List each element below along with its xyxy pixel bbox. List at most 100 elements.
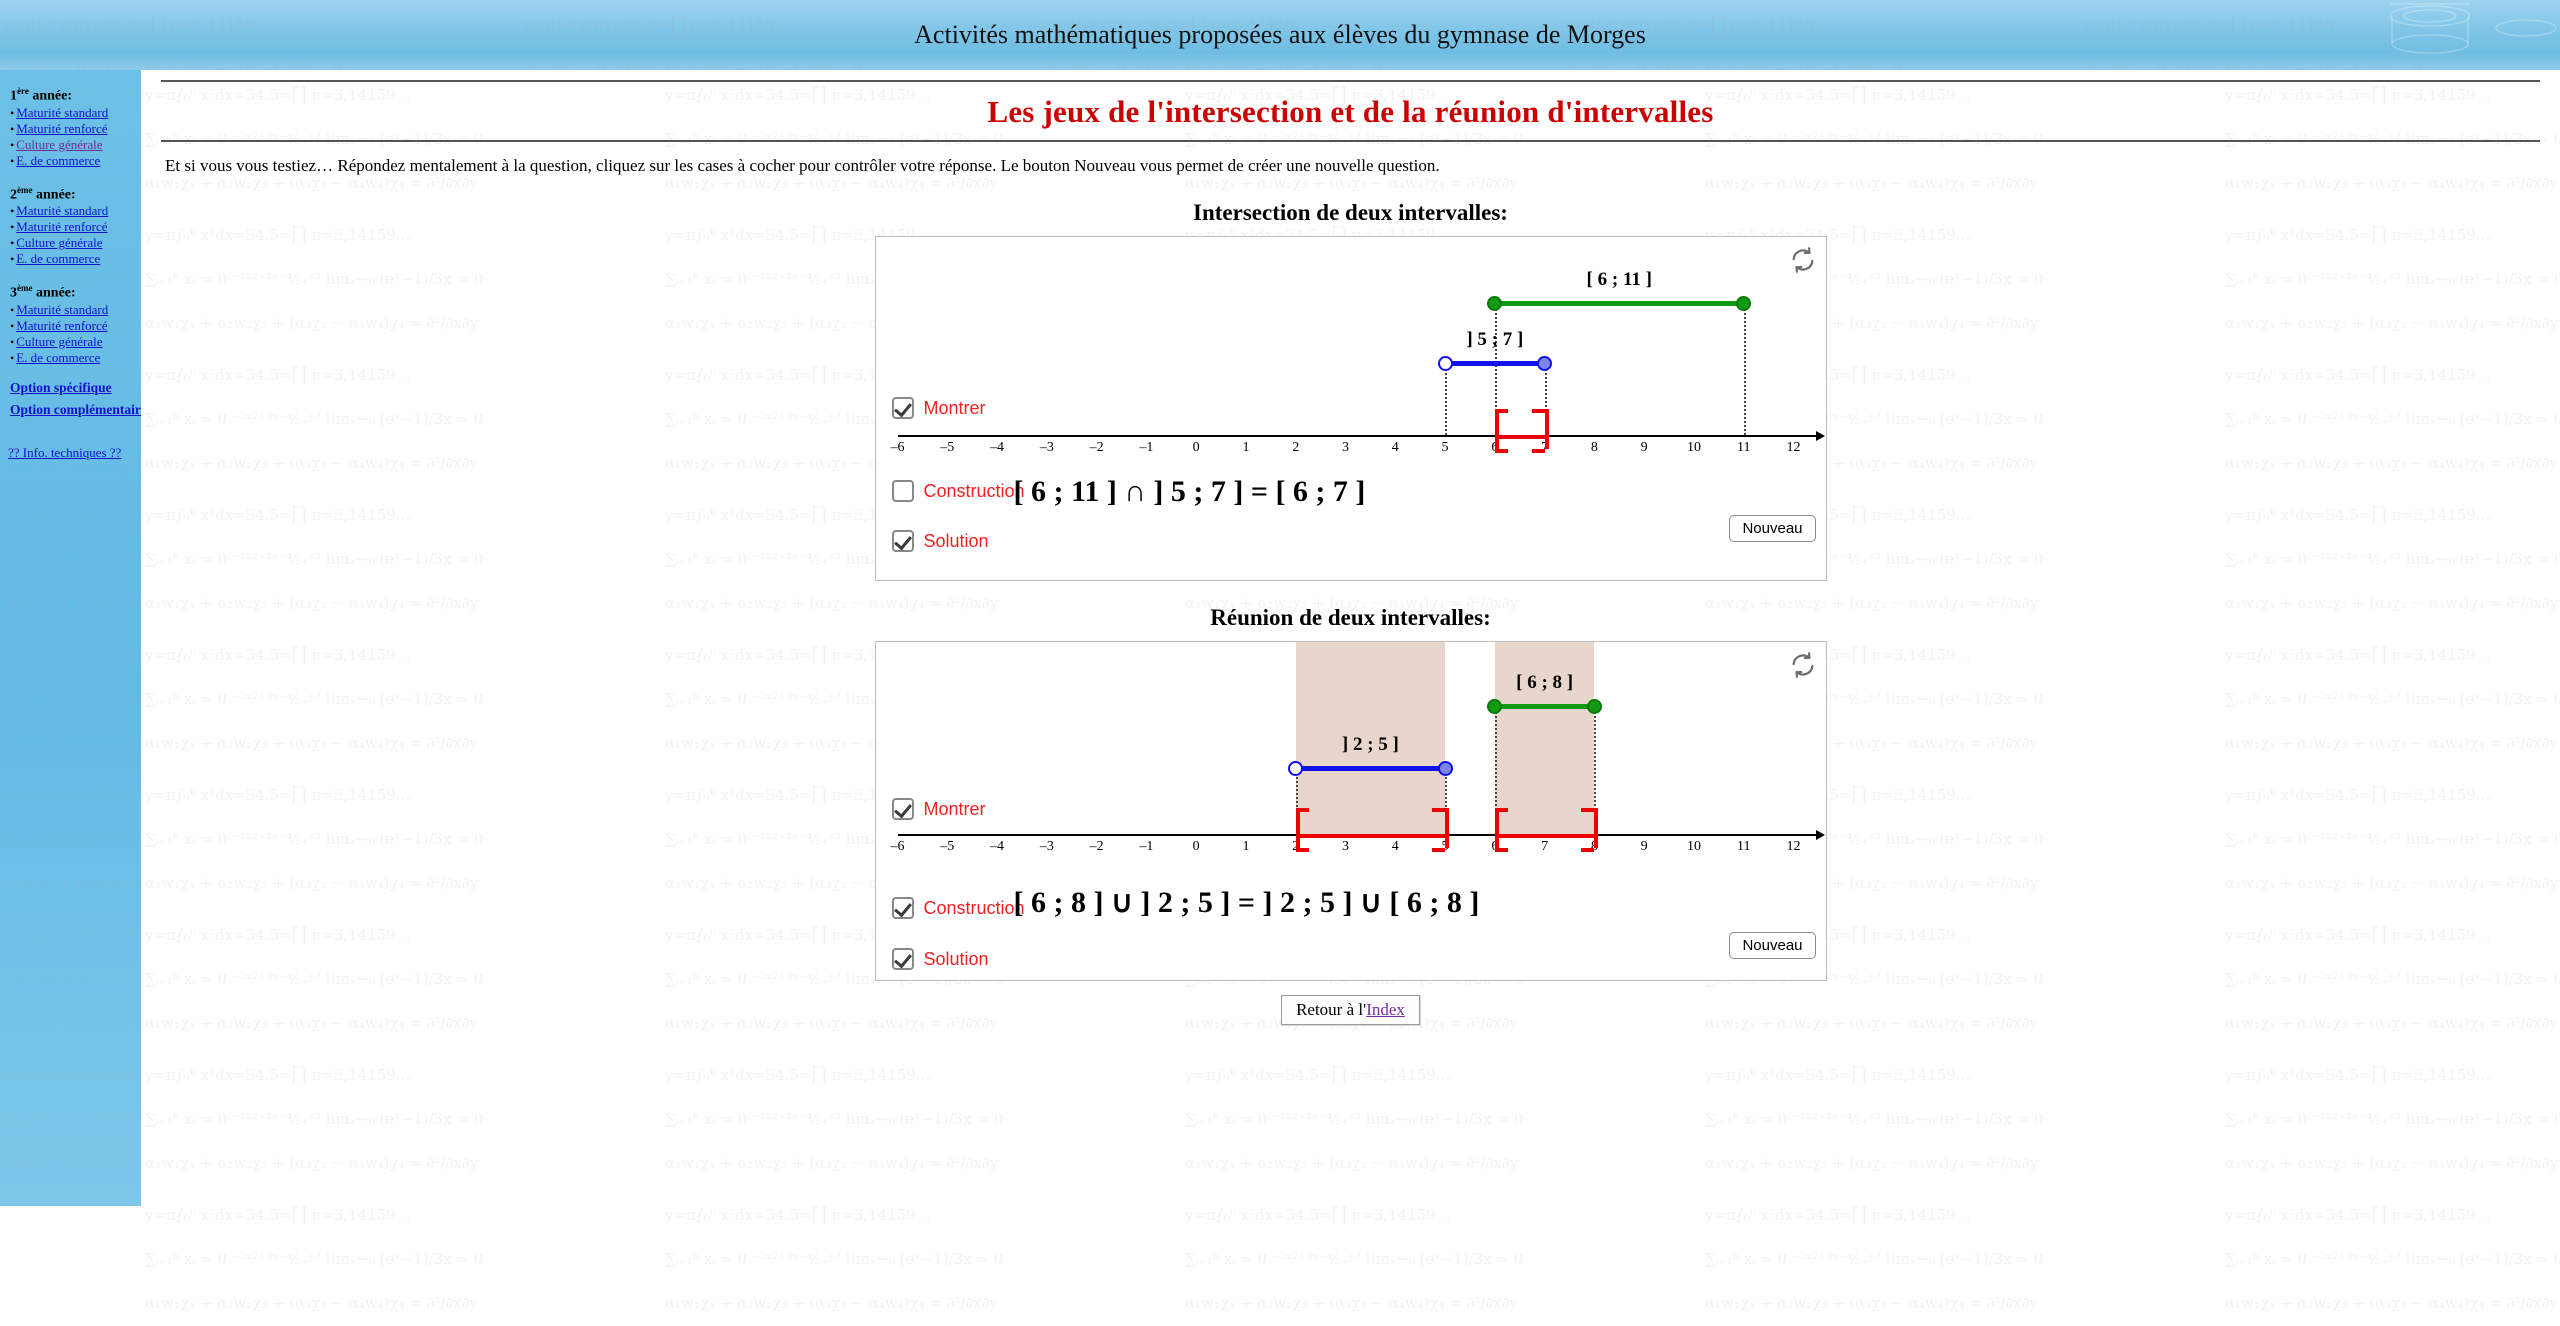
guide-line (1445, 361, 1447, 435)
checkbox-label: Solution (924, 949, 989, 970)
axis-tick-label: 3 (1331, 839, 1361, 855)
interval-applet-panel: –6–5–4–3–2–10123456789101112[ 6 ; 8 ]] 2… (875, 641, 1827, 981)
bullet-icon: • (10, 351, 14, 365)
sidebar-group-number: 2 (10, 187, 17, 202)
checkbox-row-montrer[interactable]: Montrer (892, 397, 986, 419)
sidebar-link[interactable]: Culture générale (16, 235, 102, 250)
axis-tick-label: 4 (1380, 440, 1410, 456)
sidebar-group-heading: 1ère année: (10, 84, 141, 104)
bullet-icon: • (10, 335, 14, 349)
checkbox-row-construction[interactable]: Construction (892, 480, 1025, 502)
bullet-icon: • (10, 204, 14, 218)
axis-tick-label: 10 (1679, 839, 1709, 855)
axis-tick-label: 1 (1231, 440, 1261, 456)
sidebar-link[interactable]: Maturité renforcé (16, 318, 107, 333)
checkbox-construction[interactable] (892, 480, 914, 502)
solution-bar (1495, 435, 1545, 439)
refresh-icon[interactable] (1788, 650, 1818, 680)
axis-tick-label: –5 (932, 440, 962, 456)
bullet-icon: • (10, 319, 14, 333)
axis-tick-label: 12 (1779, 440, 1809, 456)
sidebar-link[interactable]: Culture générale (16, 334, 102, 349)
checkbox-solution[interactable] (892, 948, 914, 970)
checkbox-construction[interactable] (892, 897, 914, 919)
sidebar-item-maturit-standard[interactable]: •Maturité standard (10, 203, 141, 219)
section-heading: Réunion de deux intervalles: (141, 605, 2560, 631)
sidebar-link[interactable]: Maturité standard (16, 105, 108, 120)
top-divider (161, 80, 2540, 82)
solution-bracket-cap (1532, 449, 1545, 453)
checkbox-row-montrer[interactable]: Montrer (892, 798, 986, 820)
sidebar-link-option-specifique[interactable]: Option spécifique (10, 380, 112, 395)
sidebar-item-option-specifique[interactable]: Option spécifique (10, 380, 141, 396)
sidebar-item-maturit-renforc[interactable]: •Maturité renforcé (10, 219, 141, 235)
sidebar-item-culture-g-n-rale[interactable]: •Culture générale (10, 137, 141, 153)
axis-tick-label: –3 (1032, 440, 1062, 456)
sidebar-item-e-de-commerce[interactable]: •E. de commerce (10, 350, 141, 366)
sidebar-link[interactable]: Maturité standard (16, 302, 108, 317)
sidebar-item-e-de-commerce[interactable]: •E. de commerce (10, 153, 141, 169)
interval-applet-panel: –6–5–4–3–2–10123456789101112[ 6 ; 11 ]] … (875, 236, 1827, 581)
sidebar-link[interactable]: Maturité standard (16, 203, 108, 218)
solution-bracket-cap (1581, 808, 1594, 812)
checkbox-row-construction[interactable]: Construction (892, 897, 1025, 919)
sidebar-link-option-complementaire[interactable]: Option complémentaire (10, 402, 141, 417)
checkbox-montrer[interactable] (892, 397, 914, 419)
index-button-prefix: Retour à l' (1296, 1000, 1366, 1019)
sidebar-item-maturit-standard[interactable]: •Maturité standard (10, 105, 141, 121)
sidebar-item-maturit-renforc[interactable]: •Maturité renforcé (10, 121, 141, 137)
checkbox-label: Construction (924, 898, 1025, 919)
site-banner: Activités mathématiques proposées aux él… (0, 0, 2560, 70)
axis-tick-label: –4 (982, 839, 1012, 855)
solution-bracket-cap (1296, 808, 1309, 812)
sidebar-item-culture-g-n-rale[interactable]: •Culture générale (10, 235, 141, 251)
sidebar-group-ordinal: ème (17, 283, 33, 293)
axis-tick-label: –5 (932, 839, 962, 855)
solution-bar (1495, 834, 1595, 838)
sidebar-link-info-techniques[interactable]: ?? Info. techniques ?? (8, 445, 121, 460)
index-button-link[interactable]: Index (1366, 1000, 1405, 1019)
sidebar-item-e-de-commerce[interactable]: •E. de commerce (10, 251, 141, 267)
sidebar-link[interactable]: Culture générale (16, 137, 102, 152)
sidebar-item-maturit-standard[interactable]: •Maturité standard (10, 302, 141, 318)
bullet-icon: • (10, 122, 14, 136)
solution-bracket-cap (1495, 409, 1508, 413)
bullet-icon: • (10, 220, 14, 234)
solution-bracket-stem (1495, 808, 1499, 848)
sidebar-group-number: 3 (10, 286, 17, 301)
checkbox-row-solution[interactable]: Solution (892, 530, 989, 552)
solution-bar (1296, 834, 1445, 838)
sidebar-item-culture-g-n-rale[interactable]: •Culture générale (10, 334, 141, 350)
exercise-section: Réunion de deux intervalles:–6–5–4–3–2–1… (141, 605, 2560, 981)
axis-tick-label: 9 (1629, 839, 1659, 855)
sidebar-item-maturit-renforc[interactable]: •Maturité renforcé (10, 318, 141, 334)
endpoint-open (1288, 761, 1303, 776)
sidebar-year-groups: 1ère année:•Maturité standard•Maturité r… (8, 84, 141, 366)
refresh-icon[interactable] (1788, 245, 1818, 275)
sidebar-item-info-techniques[interactable]: ?? Info. techniques ?? (8, 444, 141, 462)
checkbox-montrer[interactable] (892, 798, 914, 820)
sidebar-link[interactable]: E. de commerce (16, 153, 100, 168)
interval-label: [ 6 ; 11 ] (1587, 269, 1652, 291)
equation-text: [ 6 ; 11 ] ∩ ] 5 ; 7 ] = [ 6 ; 7 ] (1014, 475, 1366, 509)
solution-bracket-stem (1545, 409, 1549, 449)
sidebar-link[interactable]: E. de commerce (16, 251, 100, 266)
sidebar-item-option-complementaire[interactable]: Option complémentaire (10, 402, 141, 418)
bullet-icon: • (10, 154, 14, 168)
checkbox-row-solution[interactable]: Solution (892, 948, 989, 970)
endpoint-closed (1487, 296, 1502, 311)
sidebar-link[interactable]: E. de commerce (16, 350, 100, 365)
sidebar-link[interactable]: Maturité renforcé (16, 121, 107, 136)
checkbox-solution[interactable] (892, 530, 914, 552)
sidebar-group-suffix: année: (33, 286, 76, 301)
checkbox-label: Solution (924, 531, 989, 552)
return-to-index-button[interactable]: Retour à l'Index (1281, 995, 1420, 1025)
axis-tick-label: –6 (883, 839, 913, 855)
solution-bracket-cap (1296, 848, 1309, 852)
nouveau-button[interactable]: Nouveau (1729, 515, 1815, 542)
nouveau-button[interactable]: Nouveau (1729, 932, 1815, 959)
sidebar-link[interactable]: Maturité renforcé (16, 219, 107, 234)
solution-bracket-cap (1432, 808, 1445, 812)
bullet-icon: • (10, 138, 14, 152)
solution-bracket-cap (1581, 848, 1594, 852)
